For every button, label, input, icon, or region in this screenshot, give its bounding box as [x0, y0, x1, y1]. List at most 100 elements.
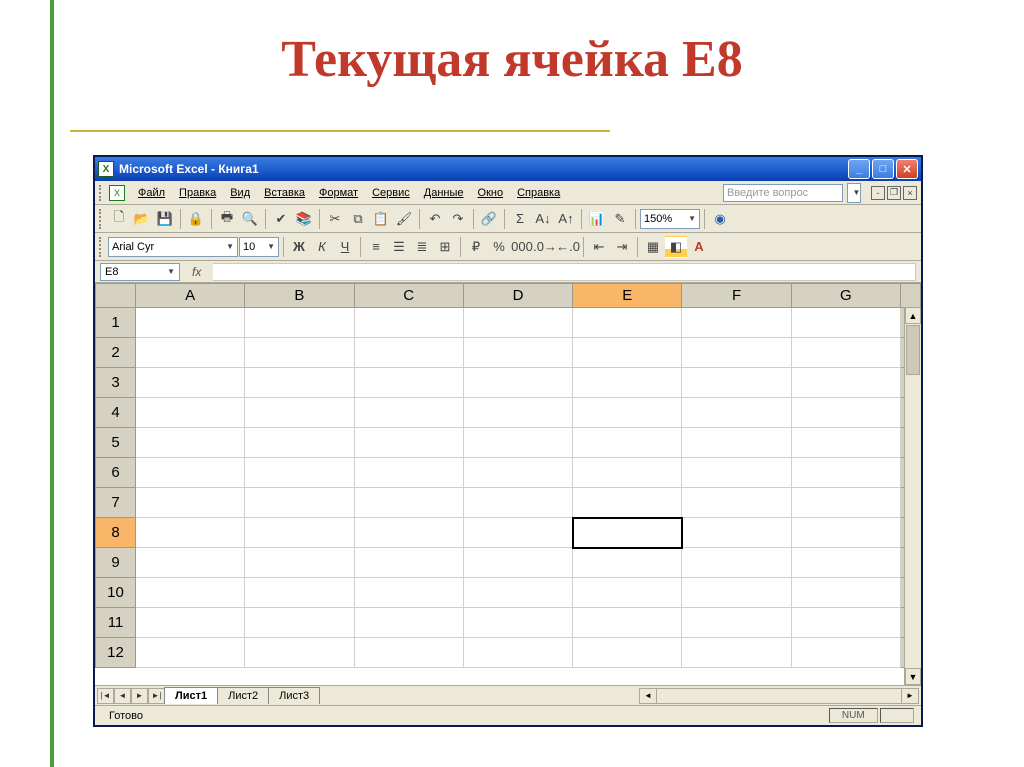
- cell-G6[interactable]: [791, 458, 900, 488]
- cell-A7[interactable]: [136, 488, 245, 518]
- cell-G9[interactable]: [791, 548, 900, 578]
- menu-window[interactable]: Окно: [471, 184, 511, 202]
- column-header-B[interactable]: B: [245, 284, 354, 308]
- cell-G10[interactable]: [791, 578, 900, 608]
- cell-E2[interactable]: [573, 338, 682, 368]
- fill-color-icon[interactable]: ◧: [665, 236, 687, 258]
- horizontal-scrollbar[interactable]: ◄ ►: [639, 688, 919, 704]
- cell-B1[interactable]: [245, 308, 354, 338]
- cell-A12[interactable]: [136, 638, 245, 668]
- align-right-icon[interactable]: ≣: [411, 236, 433, 258]
- sheet-tab-2[interactable]: Лист2: [217, 687, 269, 704]
- cell-E8[interactable]: [573, 518, 682, 548]
- cell-C2[interactable]: [354, 338, 463, 368]
- align-left-icon[interactable]: ≡: [365, 236, 387, 258]
- maximize-button[interactable]: □: [872, 159, 894, 179]
- cell-C11[interactable]: [354, 608, 463, 638]
- cell-D2[interactable]: [463, 338, 572, 368]
- cell-E12[interactable]: [573, 638, 682, 668]
- scroll-left-icon[interactable]: ◄: [640, 689, 657, 703]
- save-icon[interactable]: 💾: [154, 208, 176, 230]
- cell-B9[interactable]: [245, 548, 354, 578]
- font-color-icon[interactable]: A: [688, 236, 710, 258]
- cell-C10[interactable]: [354, 578, 463, 608]
- column-header-G[interactable]: G: [791, 284, 900, 308]
- row-header-5[interactable]: 5: [96, 428, 136, 458]
- vertical-scrollbar[interactable]: ▲ ▼: [904, 307, 921, 685]
- decrease-decimal-icon[interactable]: ←.0: [557, 236, 579, 258]
- cell-F10[interactable]: [682, 578, 791, 608]
- tab-nav-next-icon[interactable]: ►: [131, 688, 148, 704]
- cell-B11[interactable]: [245, 608, 354, 638]
- cell-G11[interactable]: [791, 608, 900, 638]
- zoom-combo[interactable]: 150%▼: [640, 209, 700, 229]
- cell-E3[interactable]: [573, 368, 682, 398]
- cell-F4[interactable]: [682, 398, 791, 428]
- cell-B4[interactable]: [245, 398, 354, 428]
- name-box[interactable]: E8▼: [100, 263, 180, 281]
- cell-A10[interactable]: [136, 578, 245, 608]
- cell-D12[interactable]: [463, 638, 572, 668]
- cell-E11[interactable]: [573, 608, 682, 638]
- spelling-icon[interactable]: ✔: [270, 208, 292, 230]
- cell-A6[interactable]: [136, 458, 245, 488]
- drawing-icon[interactable]: ✎: [609, 208, 631, 230]
- font-combo[interactable]: Arial Cyr▼: [108, 237, 238, 257]
- toolbar-grip-icon[interactable]: [99, 185, 105, 201]
- cell-E7[interactable]: [573, 488, 682, 518]
- scroll-right-icon[interactable]: ►: [901, 689, 918, 703]
- cell-C9[interactable]: [354, 548, 463, 578]
- cell-D1[interactable]: [463, 308, 572, 338]
- cell-G5[interactable]: [791, 428, 900, 458]
- cell-A4[interactable]: [136, 398, 245, 428]
- increase-indent-icon[interactable]: ⇥: [611, 236, 633, 258]
- font-size-combo[interactable]: 10▼: [239, 237, 279, 257]
- permission-icon[interactable]: 🔒: [185, 208, 207, 230]
- cell-D7[interactable]: [463, 488, 572, 518]
- cell-G12[interactable]: [791, 638, 900, 668]
- row-header-8[interactable]: 8: [96, 518, 136, 548]
- row-header-3[interactable]: 3: [96, 368, 136, 398]
- paste-icon[interactable]: 📋: [370, 208, 392, 230]
- row-header-4[interactable]: 4: [96, 398, 136, 428]
- cell-G2[interactable]: [791, 338, 900, 368]
- menu-insert[interactable]: Вставка: [257, 184, 312, 202]
- format-painter-icon[interactable]: 🖌: [393, 208, 415, 230]
- cell-G8[interactable]: [791, 518, 900, 548]
- tab-nav-prev-icon[interactable]: ◄: [114, 688, 131, 704]
- scroll-thumb[interactable]: [906, 325, 920, 375]
- minimize-button[interactable]: _: [848, 159, 870, 179]
- sort-desc-icon[interactable]: A↑: [555, 208, 577, 230]
- sort-asc-icon[interactable]: A↓: [532, 208, 554, 230]
- doc-restore-button[interactable]: ❐: [887, 186, 901, 200]
- cell-E10[interactable]: [573, 578, 682, 608]
- cell-C7[interactable]: [354, 488, 463, 518]
- cell-F6[interactable]: [682, 458, 791, 488]
- row-header-2[interactable]: 2: [96, 338, 136, 368]
- cell-F11[interactable]: [682, 608, 791, 638]
- cell-D6[interactable]: [463, 458, 572, 488]
- scroll-down-icon[interactable]: ▼: [905, 668, 921, 685]
- cell-E9[interactable]: [573, 548, 682, 578]
- cell-A2[interactable]: [136, 338, 245, 368]
- scroll-up-icon[interactable]: ▲: [905, 307, 921, 324]
- cell-E4[interactable]: [573, 398, 682, 428]
- cell-D8[interactable]: [463, 518, 572, 548]
- toolbar-grip-icon[interactable]: [99, 237, 105, 257]
- help-search-input[interactable]: [723, 184, 843, 202]
- redo-icon[interactable]: ↷: [447, 208, 469, 230]
- cell-A11[interactable]: [136, 608, 245, 638]
- column-header-D[interactable]: D: [463, 284, 572, 308]
- undo-icon[interactable]: ↶: [424, 208, 446, 230]
- cut-icon[interactable]: ✂: [324, 208, 346, 230]
- cell-C1[interactable]: [354, 308, 463, 338]
- row-header-12[interactable]: 12: [96, 638, 136, 668]
- bold-button[interactable]: Ж: [288, 236, 310, 258]
- cell-A5[interactable]: [136, 428, 245, 458]
- new-icon[interactable]: 🗋: [108, 208, 130, 230]
- close-button[interactable]: ✕: [896, 159, 918, 179]
- cell-B12[interactable]: [245, 638, 354, 668]
- cell-F8[interactable]: [682, 518, 791, 548]
- cell-G4[interactable]: [791, 398, 900, 428]
- autosum-icon[interactable]: Σ: [509, 208, 531, 230]
